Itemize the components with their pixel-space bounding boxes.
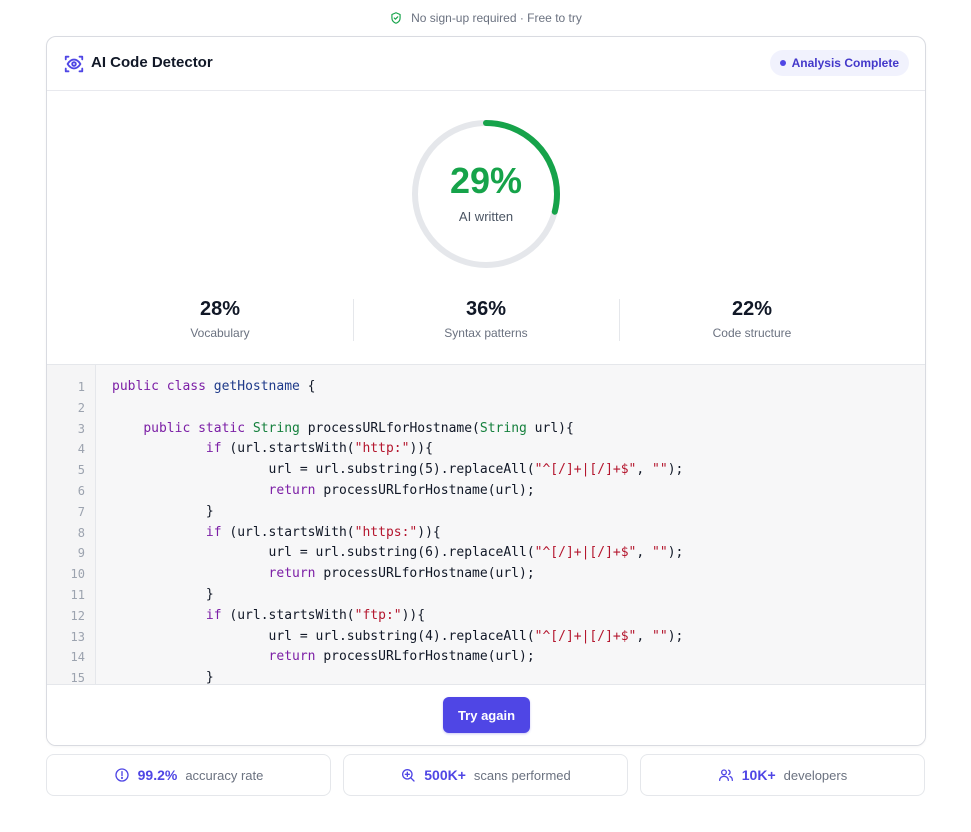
line-number: 12 <box>70 608 85 623</box>
code-line: url = url.substring(5).replaceAll("^[/]+… <box>112 462 684 478</box>
try-again-button[interactable]: Try again <box>443 697 530 733</box>
card-footer: Try again <box>47 684 925 745</box>
code-line: url = url.substring(6).replaceAll("^[/]+… <box>112 545 684 561</box>
code-line: if (url.startsWith("http:")){ <box>205 441 433 457</box>
ai-score-gauge: 29% AI written <box>411 119 561 269</box>
users-icon <box>718 769 733 781</box>
stat-value: 500K+ <box>424 767 466 783</box>
code-line: return processURLforHostname(url); <box>268 649 535 665</box>
top-note: No sign-up required · Free to try <box>0 10 971 26</box>
stat-developers: 10K+ developers <box>640 754 925 796</box>
top-note-text: No sign-up required · Free to try <box>411 11 582 25</box>
status-text: Analysis Complete <box>791 56 899 70</box>
app-title: AI Code Detector <box>91 54 213 71</box>
status-badge: Analysis Complete <box>769 50 909 76</box>
metrics-row: 28% Vocabulary 36% Syntax patterns 22% C… <box>87 295 885 343</box>
line-number: 4 <box>77 442 85 457</box>
stats-row: 99.2% accuracy rate 500K+ scans performe… <box>46 754 926 796</box>
shield-check-icon <box>391 12 401 24</box>
stat-label: accuracy rate <box>185 767 264 783</box>
search-plus-icon <box>402 769 415 782</box>
metric-value: 22% <box>731 298 773 320</box>
code-line: if (url.startsWith("ftp:")){ <box>205 607 426 623</box>
ai-score-caption: AI written <box>458 209 514 224</box>
metric-vocabulary: 28% Vocabulary <box>87 295 353 343</box>
code-viewer[interactable]: 1 2 3 4 5 6 7 8 9 10 11 12 13 14 15 public class getHo… <box>47 364 925 685</box>
line-number: 11 <box>70 587 85 602</box>
card-header: AI Code Detector Analysis Complete <box>47 37 925 91</box>
code-line: public static String processURLforHostna… <box>143 420 574 436</box>
line-number: 15 <box>70 671 85 685</box>
code-line: if (url.startsWith("https:")){ <box>205 524 441 540</box>
metric-label: Code structure <box>712 326 792 340</box>
stat-scans: 500K+ scans performed <box>343 754 628 796</box>
status-dot <box>779 60 786 66</box>
detector-card: AI Code Detector Analysis Complete 29% A… <box>46 36 926 746</box>
code-line: } <box>112 503 214 519</box>
stat-accuracy: 99.2% accuracy rate <box>46 754 331 796</box>
eye-scan-icon <box>64 55 84 73</box>
ai-score-value: 29% <box>449 160 523 201</box>
code-line: } <box>112 586 214 602</box>
code-content: public class getHostname { public static… <box>112 377 683 685</box>
metric-value: 36% <box>465 298 507 320</box>
line-number: 3 <box>77 421 85 436</box>
line-number: 7 <box>77 504 85 519</box>
code-line: } <box>112 670 214 685</box>
line-number: 5 <box>77 463 85 478</box>
info-circle-icon <box>114 768 129 782</box>
code-line: public class getHostname { <box>112 379 316 394</box>
line-number: 14 <box>70 650 85 665</box>
line-number: 10 <box>70 567 85 582</box>
stat-label: developers <box>783 767 848 783</box>
code-line: url = url.substring(4).replaceAll("^[/]+… <box>112 628 684 644</box>
stat-value: 10K+ <box>741 767 776 783</box>
line-number-gutter: 1 2 3 4 5 6 7 8 9 10 11 12 13 14 15 <box>47 365 96 685</box>
code-line: return processURLforHostname(url); <box>268 566 535 582</box>
code-line: return processURLforHostname(url); <box>268 482 535 498</box>
metric-value: 28% <box>199 298 241 320</box>
line-number: 8 <box>77 525 85 540</box>
metric-code-structure: 22% Code structure <box>619 295 885 343</box>
line-number: 6 <box>77 483 85 498</box>
stat-label: scans performed <box>473 767 571 783</box>
metric-syntax-patterns: 36% Syntax patterns <box>353 295 619 343</box>
line-number: 2 <box>77 400 85 415</box>
metric-label: Syntax patterns <box>444 326 528 340</box>
metric-label: Vocabulary <box>190 326 250 340</box>
line-number: 13 <box>70 629 85 644</box>
line-number: 9 <box>77 546 85 561</box>
stat-value: 99.2% <box>137 767 178 783</box>
line-number: 1 <box>77 380 85 394</box>
